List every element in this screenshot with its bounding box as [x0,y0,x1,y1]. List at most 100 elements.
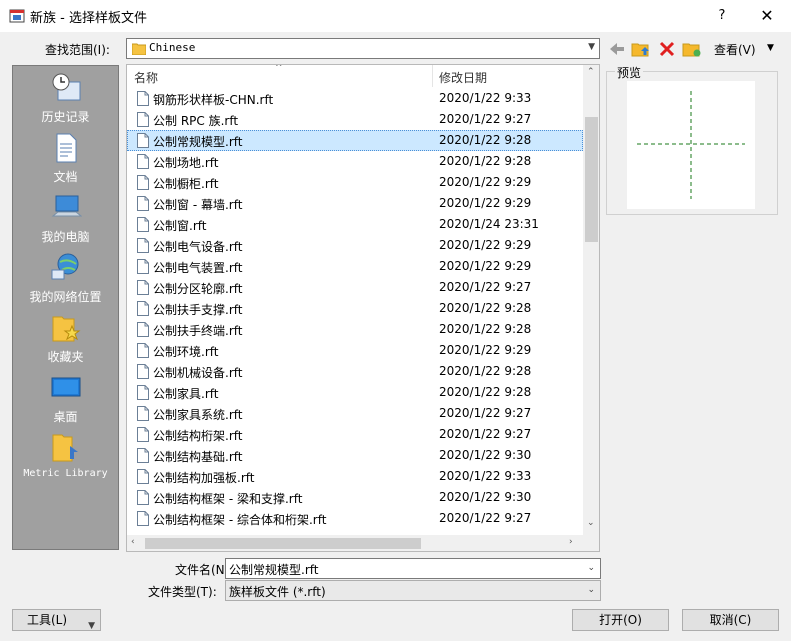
new-folder-icon[interactable] [682,39,702,59]
close-button[interactable]: ✕ [752,4,782,28]
file-name: 公制结构加强板.rft [153,471,255,485]
file-name: 公制电气装置.rft [153,261,243,275]
scroll-left-icon[interactable]: ‹ [131,537,135,547]
file-name: 公制结构框架 - 综合体和桁架.rft [153,513,327,527]
up-folder-icon[interactable] [631,39,651,59]
file-date: 2020/1/22 9:28 [439,364,532,378]
place-label: 收藏夹 [47,350,84,364]
file-row[interactable]: 公制常规模型.rft 2020/1/22 9:28 [127,130,583,151]
filetype-select[interactable]: 族样板文件 (*.rft) ⌄ [225,580,601,601]
file-row[interactable]: 公制机械设备.rft 2020/1/22 9:28 [127,361,583,382]
file-date: 2020/1/22 9:27 [439,511,532,525]
cancel-button[interactable]: 取消(C) [682,609,779,631]
chevron-down-icon: ⌄ [587,585,595,595]
file-icon [137,385,149,400]
back-arrow-icon[interactable] [607,39,627,59]
file-date: 2020/1/22 9:30 [439,490,532,504]
delete-icon[interactable] [657,39,677,59]
file-name: 公制扶手终端.rft [153,324,243,338]
file-row[interactable]: 公制家具.rft 2020/1/22 9:28 [127,382,583,403]
file-row[interactable]: 公制窗 - 幕墙.rft 2020/1/22 9:29 [127,193,583,214]
file-date: 2020/1/22 9:33 [439,469,532,483]
file-date: 2020/1/22 9:27 [439,406,532,420]
place-label: 文档 [53,170,78,184]
file-row[interactable]: 公制窗.rft 2020/1/24 23:31 [127,214,583,235]
file-icon [137,280,149,295]
view-dropdown-icon[interactable]: ▼ [767,43,774,53]
file-date: 2020/1/22 9:29 [439,259,532,273]
library-folder-icon [52,434,78,462]
file-icon [137,196,149,211]
vertical-scrollbar[interactable]: ⌃ ⌄ [583,65,599,535]
column-header-name[interactable]: 名称 ^ [127,65,433,87]
filename-field[interactable]: 公制常规模型.rft ⌄ [225,558,601,579]
file-name: 公制窗 - 幕墙.rft [153,198,243,212]
document-icon [56,133,76,163]
scroll-down-icon[interactable]: ⌄ [587,518,595,528]
horizontal-scrollbar[interactable]: ‹ › [127,535,583,551]
chevron-down-icon[interactable]: ⌄ [587,563,595,573]
place-my-computer[interactable]: 我的电脑 [13,192,118,245]
place-metric-library[interactable]: Metric Library [13,432,118,479]
file-icon [137,469,149,484]
column-header-date[interactable]: 修改日期 [433,65,583,87]
open-button[interactable]: 打开(O) [572,609,669,631]
computer-icon [51,195,82,217]
scroll-up-icon[interactable]: ⌃ [587,67,595,77]
sort-ascending-icon: ^ [275,64,283,73]
file-row[interactable]: 公制电气装置.rft 2020/1/22 9:29 [127,256,583,277]
file-date: 2020/1/22 9:29 [439,175,532,189]
file-list[interactable]: 名称 ^ 修改日期 钢筋形状样板-CHN.rft 2020/1/22 9:33 公制… [126,64,600,552]
file-date: 2020/1/22 9:29 [439,343,532,357]
file-row[interactable]: 公制结构框架 - 综合体和桁架.rft 2020/1/22 9:27 [127,508,583,529]
file-name: 公制扶手支撑.rft [153,303,243,317]
file-name: 公制场地.rft [153,156,219,170]
file-name: 公制橱柜.rft [153,177,219,191]
filetype-value: 族样板文件 (*.rft) [229,585,326,599]
file-name: 钢筋形状样板-CHN.rft [153,93,274,107]
place-desktop[interactable]: 桌面 [13,372,118,425]
file-date: 2020/1/22 9:29 [439,196,532,210]
file-row[interactable]: 公制橱柜.rft 2020/1/22 9:29 [127,172,583,193]
place-network[interactable]: 我的网络位置 [13,252,118,305]
file-row[interactable]: 公制扶手终端.rft 2020/1/22 9:28 [127,319,583,340]
file-row[interactable]: 公制结构加强板.rft 2020/1/22 9:33 [127,466,583,487]
file-row[interactable]: 公制扶手支撑.rft 2020/1/22 9:28 [127,298,583,319]
file-row[interactable]: 公制家具系统.rft 2020/1/22 9:27 [127,403,583,424]
file-row[interactable]: 钢筋形状样板-CHN.rft 2020/1/22 9:33 [127,88,583,109]
place-documents[interactable]: 文档 [13,132,118,185]
file-icon [137,343,149,358]
preview-crosshair [637,91,745,199]
tools-button[interactable]: 工具(L) ▼ [12,609,101,631]
file-icon [137,133,149,148]
look-in-combobox[interactable]: Chinese ▼ [126,38,600,59]
file-name: 公制电气设备.rft [153,240,243,254]
file-row[interactable]: 公制电气设备.rft 2020/1/22 9:29 [127,235,583,256]
file-name: 公制家具.rft [153,387,219,401]
file-icon [137,175,149,190]
file-row[interactable]: 公制场地.rft 2020/1/22 9:28 [127,151,583,172]
window-title: 新族 - 选择样板文件 [30,11,147,26]
look-in-label: 查找范围(I): [45,43,110,57]
file-icon [137,217,149,232]
vertical-scroll-thumb[interactable] [585,117,598,242]
view-menu-button[interactable]: 查看(V) [714,41,756,58]
file-icon [137,511,149,526]
file-row[interactable]: 公制环境.rft 2020/1/22 9:29 [127,340,583,361]
file-date: 2020/1/22 9:30 [439,448,532,462]
horizontal-scroll-thumb[interactable] [145,538,421,549]
file-date: 2020/1/22 9:28 [439,154,532,168]
place-history[interactable]: 历史记录 [13,72,118,125]
file-row[interactable]: 公制结构基础.rft 2020/1/22 9:30 [127,445,583,466]
file-icon [137,364,149,379]
scroll-right-icon[interactable]: › [569,537,573,547]
place-label: Metric Library [23,468,108,479]
file-row[interactable]: 公制 RPC 族.rft 2020/1/22 9:27 [127,109,583,130]
place-favorites[interactable]: 收藏夹 [13,312,118,365]
file-row[interactable]: 公制结构框架 - 梁和支撑.rft 2020/1/22 9:30 [127,487,583,508]
file-date: 2020/1/22 9:29 [439,238,532,252]
file-row[interactable]: 公制分区轮廓.rft 2020/1/22 9:27 [127,277,583,298]
file-row[interactable]: 公制结构桁架.rft 2020/1/22 9:27 [127,424,583,445]
help-button[interactable]: ? [707,4,737,28]
tools-dropdown-icon: ▼ [88,621,95,631]
